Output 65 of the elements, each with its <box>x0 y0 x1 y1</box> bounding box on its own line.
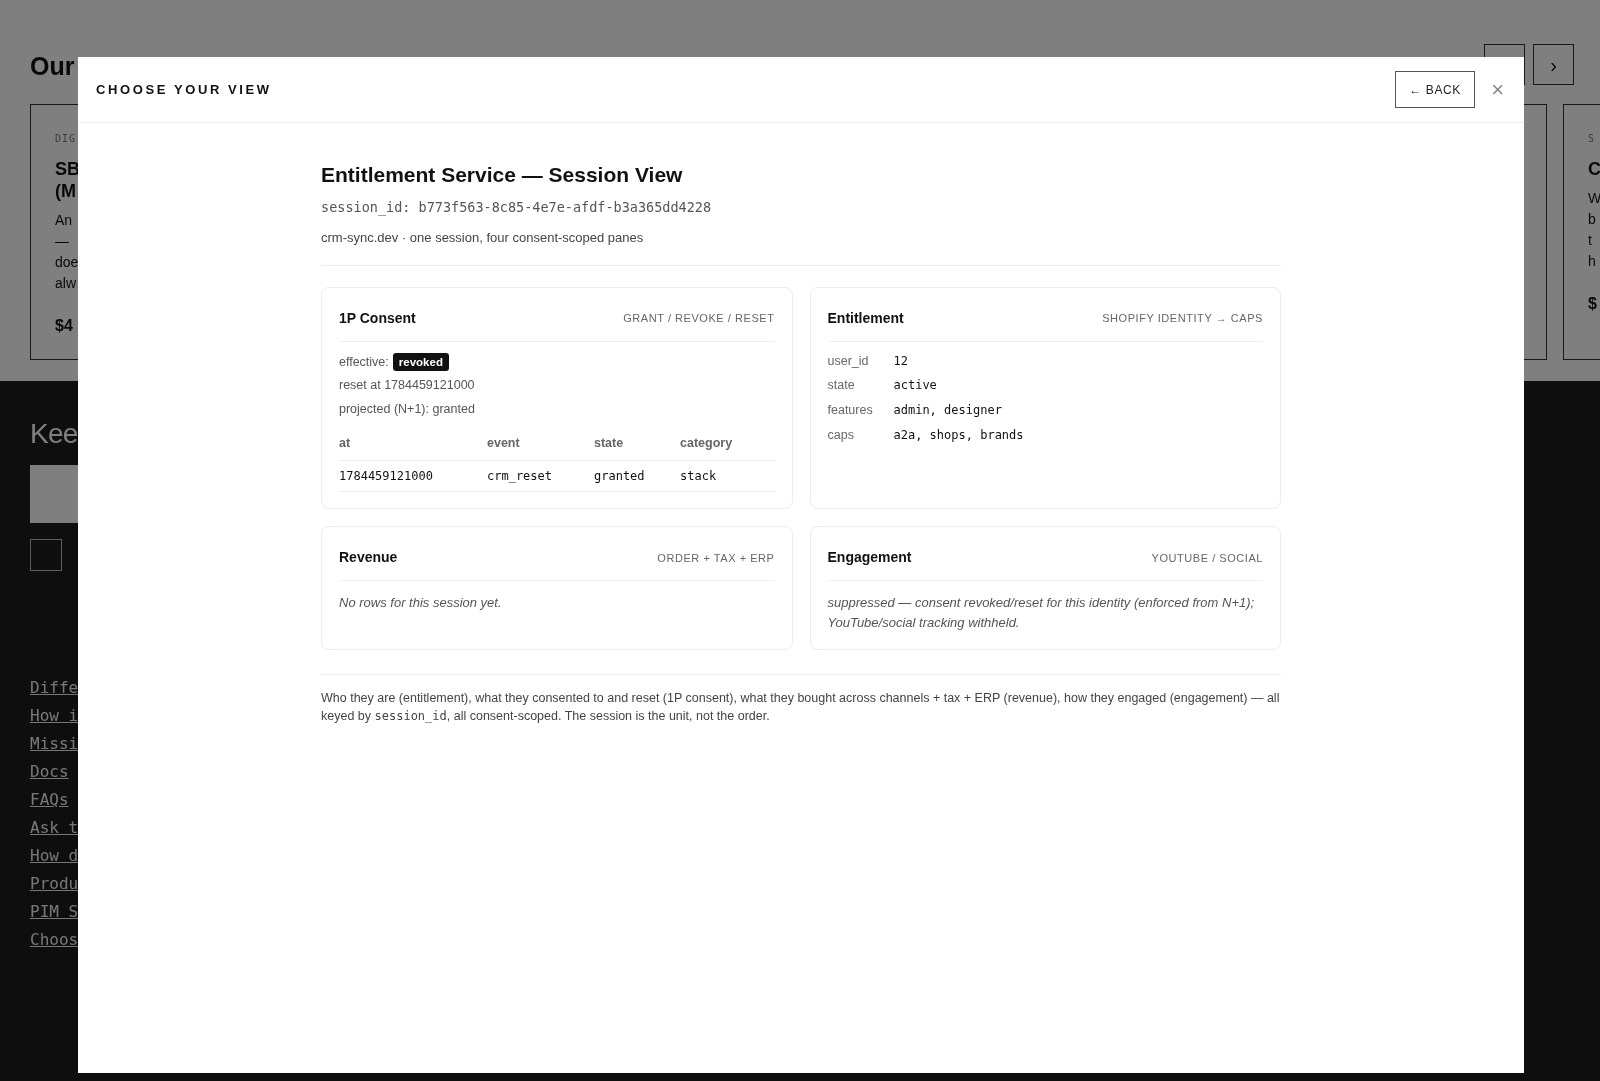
footer-link[interactable]: Missi <box>30 733 79 755</box>
table-cell-text: crm_reset <box>487 468 554 486</box>
card-description: doe <box>55 253 79 272</box>
table-cell-text: granted <box>594 468 646 486</box>
effective-label: effective: <box>339 353 389 371</box>
panel-tag: YOUTUBE / SOCIAL <box>1151 549 1263 566</box>
column-header: event <box>487 434 521 452</box>
column-header: category <box>680 434 734 452</box>
table-cell-text: 1784459121000 <box>339 468 434 486</box>
consent-line: projected (N+1): granted <box>339 401 475 416</box>
footer-link[interactable]: Produ <box>30 873 79 895</box>
panel-tag: ORDER + TAX + ERP <box>657 549 775 566</box>
panel-title: Engagement <box>827 548 912 568</box>
field-value: a2a, shops, brands <box>893 426 1025 444</box>
panel-title: Revenue <box>339 548 398 568</box>
panel-tag: GRANT / REVOKE / RESET <box>623 309 775 327</box>
column-header: state <box>594 434 625 452</box>
footnote: Who they are (entitlement), what they consented to and reset (1P consent), what they bought across channels + tax + ERP (revenue), how they engaged (engagement) — all keyed by session_id, all consent-scoped. The session is the unit, not the order. <box>321 690 1281 726</box>
field-value: admin, designer <box>893 402 1003 419</box>
close-button[interactable]: × <box>1491 78 1504 101</box>
field-label: state <box>827 377 856 395</box>
page-title: Entitlement Service — Session View <box>321 162 684 188</box>
next-button[interactable]: › <box>1533 44 1574 85</box>
card-price: $ <box>1588 294 1597 314</box>
panel-title: Entitlement <box>827 308 904 328</box>
status-badge: revoked <box>392 352 449 371</box>
footer-link[interactable]: Docs <box>30 761 69 783</box>
card-title: SB <box>55 158 80 180</box>
footer-heading: Kee <box>30 418 78 449</box>
card-description: h <box>1588 252 1596 271</box>
column-header: at <box>339 434 352 452</box>
back-button[interactable]: ← BACK <box>1395 71 1476 108</box>
footer-link[interactable]: Choos <box>30 929 79 951</box>
section-heading: Our <box>30 51 75 82</box>
card-title: C <box>1588 158 1600 180</box>
field-label: features <box>827 402 874 419</box>
session-id: session_id: b773f563-8c85-4e7e-afdf-b3a365dd4228 <box>321 198 712 215</box>
field-value: active <box>893 377 938 395</box>
panel-note: No rows for this session yet. <box>339 594 503 613</box>
modal-title: CHOOSE YOUR VIEW <box>96 80 272 99</box>
checkbox[interactable] <box>30 539 62 571</box>
field-value: 12 <box>893 352 909 370</box>
consent-line: reset at 1784459121000 <box>339 377 475 392</box>
footer-link[interactable]: How d <box>30 845 79 867</box>
field-label: caps <box>827 426 855 444</box>
card-description: b <box>1588 210 1596 229</box>
card-description: t <box>1588 231 1592 250</box>
panel-title: 1P Consent <box>339 308 416 328</box>
panel-note: suppressed — consent revoked/reset for this identity (enforced from N+1); YouTube/social tracking withheld. <box>827 594 1256 633</box>
subtitle: crm-sync.dev · one session, four consent-scoped panes <box>321 229 644 245</box>
card-eyebrow: S <box>1588 132 1596 146</box>
card-description: — <box>55 232 69 251</box>
card-description: alw <box>55 274 76 293</box>
table-cell-text: stack <box>680 468 718 486</box>
field-label: user_id <box>827 352 870 370</box>
card-price: $4 <box>55 316 73 336</box>
footer-link[interactable]: Diffe <box>30 677 79 699</box>
card-eyebrow: DIG <box>55 132 77 146</box>
card-description: An <box>55 211 73 230</box>
panel-tag: SHOPIFY IDENTITY → CAPS <box>1102 309 1263 327</box>
footer-link[interactable]: How i <box>30 705 79 727</box>
footer-link[interactable]: PIM S <box>30 901 79 923</box>
card-title: (M <box>55 180 76 202</box>
footer-link[interactable]: Ask t <box>30 817 79 839</box>
footer-link[interactable]: FAQs <box>30 789 69 811</box>
